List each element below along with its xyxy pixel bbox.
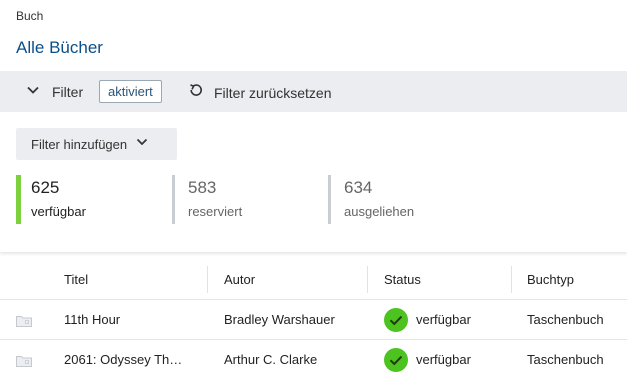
breadcrumb[interactable]: Buch <box>16 9 43 23</box>
reset-filter-label: Filter zurücksetzen <box>214 84 332 101</box>
table-row[interactable]: 11th Hour Bradley Warshauer verfügbar Ta… <box>0 300 627 340</box>
reset-icon <box>189 83 203 102</box>
cell-type: Taschenbuch <box>527 312 604 327</box>
filter-panel: Filter hinzufügen 625 verfügbar 583 rese… <box>0 112 627 252</box>
stat-count: 583 <box>188 178 217 197</box>
chevron-down-icon <box>127 135 148 153</box>
add-filter-label: Filter hinzufügen <box>31 136 128 152</box>
column-header-status[interactable]: Status <box>384 259 421 299</box>
column-divider[interactable] <box>511 266 512 293</box>
filter-active-badge: aktiviert <box>99 80 162 103</box>
stat-label: reserviert <box>188 204 243 219</box>
status-text: verfügbar <box>416 312 471 327</box>
filter-toggle-button[interactable]: Filter <box>26 83 83 101</box>
stat-count: 634 <box>344 178 373 197</box>
status-text: verfügbar <box>416 352 471 367</box>
cell-author: Bradley Warshauer <box>224 312 335 327</box>
folder-icon <box>16 354 32 367</box>
column-header-author[interactable]: Autor <box>224 259 255 299</box>
stat-reserved[interactable]: 583 reserviert <box>172 175 242 224</box>
table-header-row: Titel Autor Status Buchtyp <box>0 259 627 300</box>
table-row[interactable]: 2061: Odyssey Th… Arthur C. Clarke verfü… <box>0 340 627 379</box>
cell-title: 2061: Odyssey Th… <box>64 352 183 367</box>
stat-label: ausgeliehen <box>344 204 415 219</box>
cell-type: Taschenbuch <box>527 352 604 367</box>
cell-author: Arthur C. Clarke <box>224 352 318 367</box>
filter-label: Filter <box>52 84 84 100</box>
column-divider[interactable] <box>207 266 208 293</box>
column-header-type[interactable]: Buchtyp <box>527 259 574 299</box>
stat-label: verfügbar <box>31 204 86 219</box>
cell-status: verfügbar <box>384 340 471 379</box>
books-table: Titel Autor Status Buchtyp 11th Hour Bra… <box>0 259 627 379</box>
check-circle-icon <box>384 307 408 332</box>
column-header-title[interactable]: Titel <box>64 259 88 299</box>
stat-count: 625 <box>31 178 60 197</box>
cell-title: 11th Hour <box>64 312 121 327</box>
stat-borrowed[interactable]: 634 ausgeliehen <box>328 175 414 224</box>
filter-bar: Filter aktiviert Filter zurücksetzen <box>0 71 627 112</box>
add-filter-dropdown[interactable]: Filter hinzufügen <box>16 128 177 160</box>
cell-status: verfügbar <box>384 300 471 339</box>
reset-filter-button[interactable]: Filter zurücksetzen <box>189 83 331 102</box>
column-divider[interactable] <box>367 266 368 293</box>
check-circle-icon <box>384 347 408 372</box>
page-title: Alle Bücher <box>16 38 103 57</box>
chevron-down-icon <box>26 83 40 102</box>
stat-available[interactable]: 625 verfügbar <box>16 175 86 224</box>
folder-icon <box>16 314 32 327</box>
